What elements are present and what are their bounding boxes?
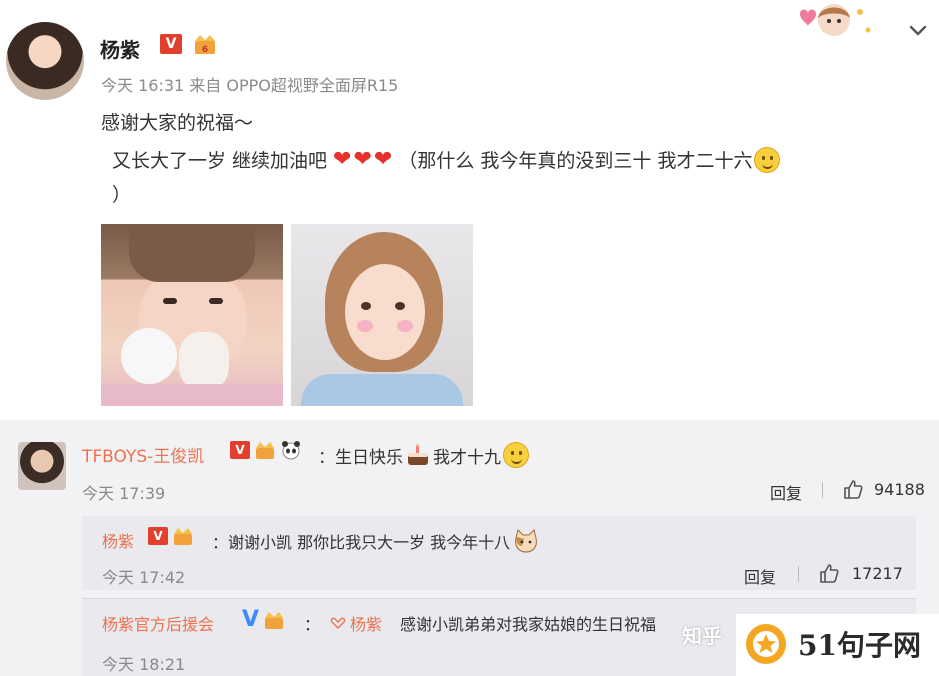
heart-icon: ❤ [333,146,352,172]
post-text-segment: （那什么 我今年真的没到三十 我才二十六 [398,150,753,172]
comment-time: 今天 17:39 [82,484,166,503]
verified-badge: V [148,527,168,545]
commenter-badges: V [230,440,302,460]
post-text-line-1: 感谢大家的祝福～ [101,112,254,134]
crown-icon [174,528,192,545]
like-count: 94188 [874,480,925,499]
divider [798,566,799,582]
comment-text-segment: ：生日快乐 [318,447,403,468]
chevron-down-icon[interactable] [906,18,930,42]
reply-badges: V [242,607,285,632]
reply-author[interactable]: 杨紫官方后援会 [102,611,214,635]
divider [822,482,823,498]
thumbs-up-icon[interactable] [842,478,864,500]
smile-icon [754,146,781,173]
comment-text-segment: 我才十九 [433,447,501,468]
reply-button[interactable]: 回复 [744,564,776,588]
reply-author[interactable]: 杨紫 [102,528,134,552]
hearts-emoji-group: ❤ ❤ ❤ [333,146,393,172]
link-icon [330,617,346,629]
commenter-name[interactable]: TFBOYS-王俊凯 [82,442,204,467]
mention-name: 杨紫 [350,615,383,634]
mention-link[interactable]: 杨紫 [330,611,382,635]
reply-button[interactable]: 回复 [770,480,802,504]
site-logo-icon [746,624,786,664]
post-text-line-2: 又长大了一岁 继续加油吧 ❤ ❤ ❤ （那什么 我今年真的没到三十 我才二十六 [112,146,781,173]
svg-text:6: 6 [202,45,208,55]
reply-text: ：谢谢小凯 那你比我只大一岁 我今年十八 [212,528,540,554]
commenter-avatar[interactable] [18,442,66,490]
post-text-line-3: ） [112,184,132,206]
post-photo-1[interactable] [101,224,283,406]
verified-badge: V [230,441,250,459]
verified-badge: V [160,34,182,54]
blue-verified-badge: V [242,607,260,632]
crown-icon [256,442,274,459]
author-name[interactable]: 杨紫 [100,34,140,63]
panda-icon [282,441,300,460]
sticker-decoration-icon [800,4,871,36]
reply-text: 感谢小凯弟弟对我家姑娘的生日祝福 [400,615,657,634]
comment-text: ：生日快乐 我才十九 [318,442,529,468]
smile-icon [503,442,529,468]
crown-icon [265,611,284,629]
reply-item: 杨紫 V ：谢谢小凯 那你比我只大一岁 我今年十八 今天 17:42 回复 17… [82,516,916,590]
cake-icon [408,443,428,465]
reply-colon: ： [304,615,321,634]
reply-time: 今天 18:21 [102,655,186,674]
cat-icon [515,529,538,553]
like-count: 17217 [852,564,903,583]
weibo-post: 杨紫 V 6 今天 16:31 来自 OPPO超视野全面屏R15 感谢大家的祝福… [0,0,939,420]
thumbs-up-icon[interactable] [818,562,840,584]
reply-time: 今天 17:42 [102,568,186,587]
post-meta: 今天 16:31 来自 OPPO超视野全面屏R15 [101,76,399,95]
post-text-segment: 又长大了一岁 继续加油吧 [112,150,328,172]
zhihu-watermark: 知乎 [682,624,722,648]
site-watermark: 51句子网 [798,629,921,662]
heart-icon: ❤ [353,146,372,172]
reply-text-segment: ：谢谢小凯 那你比我只大一岁 我今年十八 [212,533,511,552]
heart-icon: ❤ [373,146,393,172]
post-photo-2[interactable] [291,224,473,406]
author-avatar[interactable] [6,22,84,100]
reply-badges: V [148,526,194,546]
crown-icon: 6 [195,35,215,55]
